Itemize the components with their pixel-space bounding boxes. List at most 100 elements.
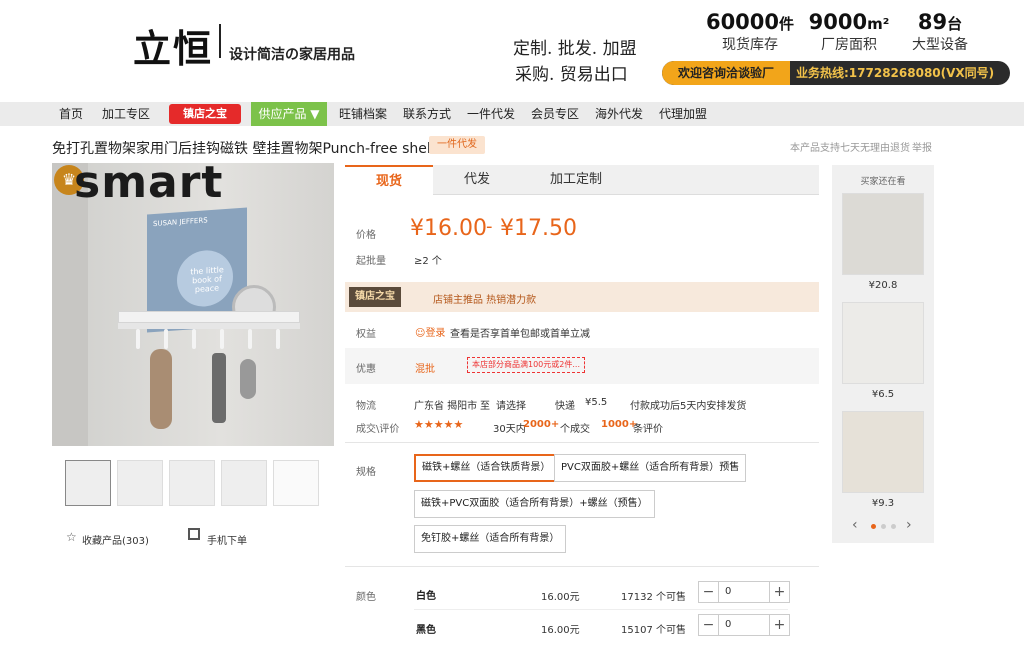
stat-area: 9000m² 厂房面积 xyxy=(808,10,890,53)
hook xyxy=(192,329,196,349)
stat-equipment: 89台 大型设备 xyxy=(912,10,968,53)
treasure-banner: 镇店之宝 店铺主推品 热销潜力款 xyxy=(345,282,819,312)
treasure-text: 店铺主推品 热销潜力款 xyxy=(433,295,537,306)
report-link[interactable]: 举报 xyxy=(912,139,932,154)
spec-label: 规格 xyxy=(356,467,376,478)
rating-stars: ★★★★★ xyxy=(414,418,464,431)
color-stock: 15107 个可售 xyxy=(621,625,686,636)
increment-button[interactable]: + xyxy=(769,615,789,635)
thumbnail[interactable] xyxy=(65,460,111,506)
nav-supply-dropdown[interactable]: 供应产品 ▼ xyxy=(251,102,327,126)
moq-value: ≥2 个 xyxy=(414,256,442,267)
nav-dropship[interactable]: 一件代发 xyxy=(467,102,515,126)
color-price: 16.00元 xyxy=(541,625,580,636)
deals-days: 30天内 xyxy=(493,424,526,435)
product-title: 免打孔置物架家用门后挂钩磁铁 壁挂置物架Punch-free shelf xyxy=(52,141,436,157)
carousel-dot[interactable] xyxy=(891,524,896,529)
next-arrow-icon[interactable]: › xyxy=(906,517,912,533)
color-label: 颜色 xyxy=(356,592,376,603)
hook xyxy=(248,329,252,349)
services-line-1: 定制. 批发. 加盟 xyxy=(513,39,637,59)
favorite-count[interactable]: 收藏产品(303) xyxy=(82,532,149,547)
hanging-key xyxy=(212,353,226,423)
mobile-order-link[interactable]: 手机下单 xyxy=(207,532,247,547)
decrement-button[interactable]: − xyxy=(699,582,719,602)
login-link[interactable]: ☺登录 xyxy=(415,324,445,339)
side-product-price: ¥9.3 xyxy=(871,498,895,509)
quantity-input[interactable]: 0 xyxy=(721,615,769,635)
services-line-2: 采购. 贸易出口 xyxy=(515,65,628,85)
ship-to-select[interactable]: 请选择 xyxy=(496,397,526,412)
shelf-base xyxy=(118,323,300,329)
reviews-unit: 条评价 xyxy=(633,424,663,435)
increment-button[interactable]: + xyxy=(769,582,789,602)
decrement-button[interactable]: − xyxy=(699,615,719,635)
hook xyxy=(276,329,280,349)
ship-to-word: 至 xyxy=(480,401,490,412)
spec-option-magnet[interactable]: 磁铁+螺丝（适合铁质背景） xyxy=(414,454,559,482)
price-label: 价格 xyxy=(356,230,376,241)
nav-agent[interactable]: 代理加盟 xyxy=(659,102,707,126)
hook xyxy=(220,329,224,349)
also-viewed-panel: 买家还在看 ¥20.8 ¥6.5 ¥9.3 ‹ › xyxy=(832,165,934,543)
divider xyxy=(345,442,819,443)
nav-members[interactable]: 会员专区 xyxy=(531,102,579,126)
spec-option-pvc[interactable]: PVC双面胶+螺丝（适合所有背景）预售 xyxy=(554,454,747,482)
nav-overseas[interactable]: 海外代发 xyxy=(595,102,643,126)
thumbnail[interactable] xyxy=(117,460,163,506)
product-main-image[interactable]: SUSAN JEFFERS the little book of peace ♛… xyxy=(52,163,334,446)
mixed-batch-tag: 混批 xyxy=(415,364,435,375)
tab-dropship[interactable]: 代发 xyxy=(433,165,521,195)
dropship-badge: 一件代发 xyxy=(429,136,485,154)
logo-divider xyxy=(219,24,221,58)
site-header: 立恒 设计简洁の家居用品 定制. 批发. 加盟 采购. 贸易出口 60000件 … xyxy=(0,0,1024,102)
nav-treasure-badge[interactable]: 镇店之宝 xyxy=(169,104,241,124)
color-name: 黑色 xyxy=(416,625,436,636)
prev-arrow-icon[interactable]: ‹ xyxy=(852,517,858,533)
side-product-image[interactable] xyxy=(842,193,924,275)
consult-banner[interactable]: 欢迎咨询洽谈验厂 业务热线:17728268080(VX同号) xyxy=(662,61,1010,85)
spec-option-nail-free[interactable]: 免钉胶+螺丝（适合所有背景） xyxy=(414,525,567,553)
carousel-dot[interactable] xyxy=(871,524,876,529)
ship-from: 广东省 揭阳市 xyxy=(414,401,478,412)
rights-text: 查看是否享首单包邮或首单立减 xyxy=(450,329,590,340)
deals-label: 成交\评价 xyxy=(356,424,400,435)
color-stock: 17132 个可售 xyxy=(621,592,686,603)
rights-label: 权益 xyxy=(356,329,376,340)
nav-processing[interactable]: 加工专区 xyxy=(102,102,150,126)
side-product-image[interactable] xyxy=(842,302,924,384)
qr-code-icon[interactable] xyxy=(188,528,200,540)
reviews-count[interactable]: 1000+ xyxy=(601,419,637,430)
spec-option-magnet-pvc[interactable]: 磁铁+PVC双面胶（适合所有背景）+螺丝（预售） xyxy=(414,490,655,518)
stat-stock: 60000件 现货库存 xyxy=(705,10,795,53)
nav-contact[interactable]: 联系方式 xyxy=(403,102,451,126)
side-product-price: ¥20.8 xyxy=(868,280,898,291)
consult-label: 欢迎咨询洽谈验厂 xyxy=(662,61,790,85)
coupon-tag[interactable]: 本店部分商品满100元或2件... xyxy=(467,357,585,373)
brand-logo[interactable]: 立恒 xyxy=(133,18,213,73)
shipping-fee: ¥5.5 xyxy=(585,397,608,408)
quantity-input[interactable]: 0 xyxy=(721,582,769,602)
logistics-label: 物流 xyxy=(356,401,376,412)
express-label: 快递 xyxy=(555,401,575,412)
price-low: ¥16.00 xyxy=(410,216,487,241)
thumbnail[interactable] xyxy=(169,460,215,506)
tab-in-stock[interactable]: 现货 xyxy=(345,165,433,195)
shipping-note: 付款成功后5天内安排发货 xyxy=(630,401,747,412)
deals-count: 2000+ xyxy=(523,419,560,430)
hotline-label: 业务热线:17728268080(VX同号) xyxy=(796,66,995,80)
nav-home[interactable]: 首页 xyxy=(59,102,83,126)
side-product-price: ¥6.5 xyxy=(871,389,895,400)
carousel-dot[interactable] xyxy=(881,524,886,529)
deals-count-unit: 个成交 xyxy=(560,424,590,435)
favorite-star-icon[interactable]: ☆ xyxy=(66,530,77,544)
hook xyxy=(136,329,140,349)
thumbnail[interactable] xyxy=(221,460,267,506)
thumbnail[interactable] xyxy=(273,460,319,506)
tab-custom-processing[interactable]: 加工定制 xyxy=(521,165,631,195)
price-separator: - xyxy=(486,216,493,237)
quantity-stepper: − 0 + xyxy=(698,581,790,603)
side-product-image[interactable] xyxy=(842,411,924,493)
color-price: 16.00元 xyxy=(541,592,580,603)
nav-shop-profile[interactable]: 旺铺档案 xyxy=(339,102,387,126)
